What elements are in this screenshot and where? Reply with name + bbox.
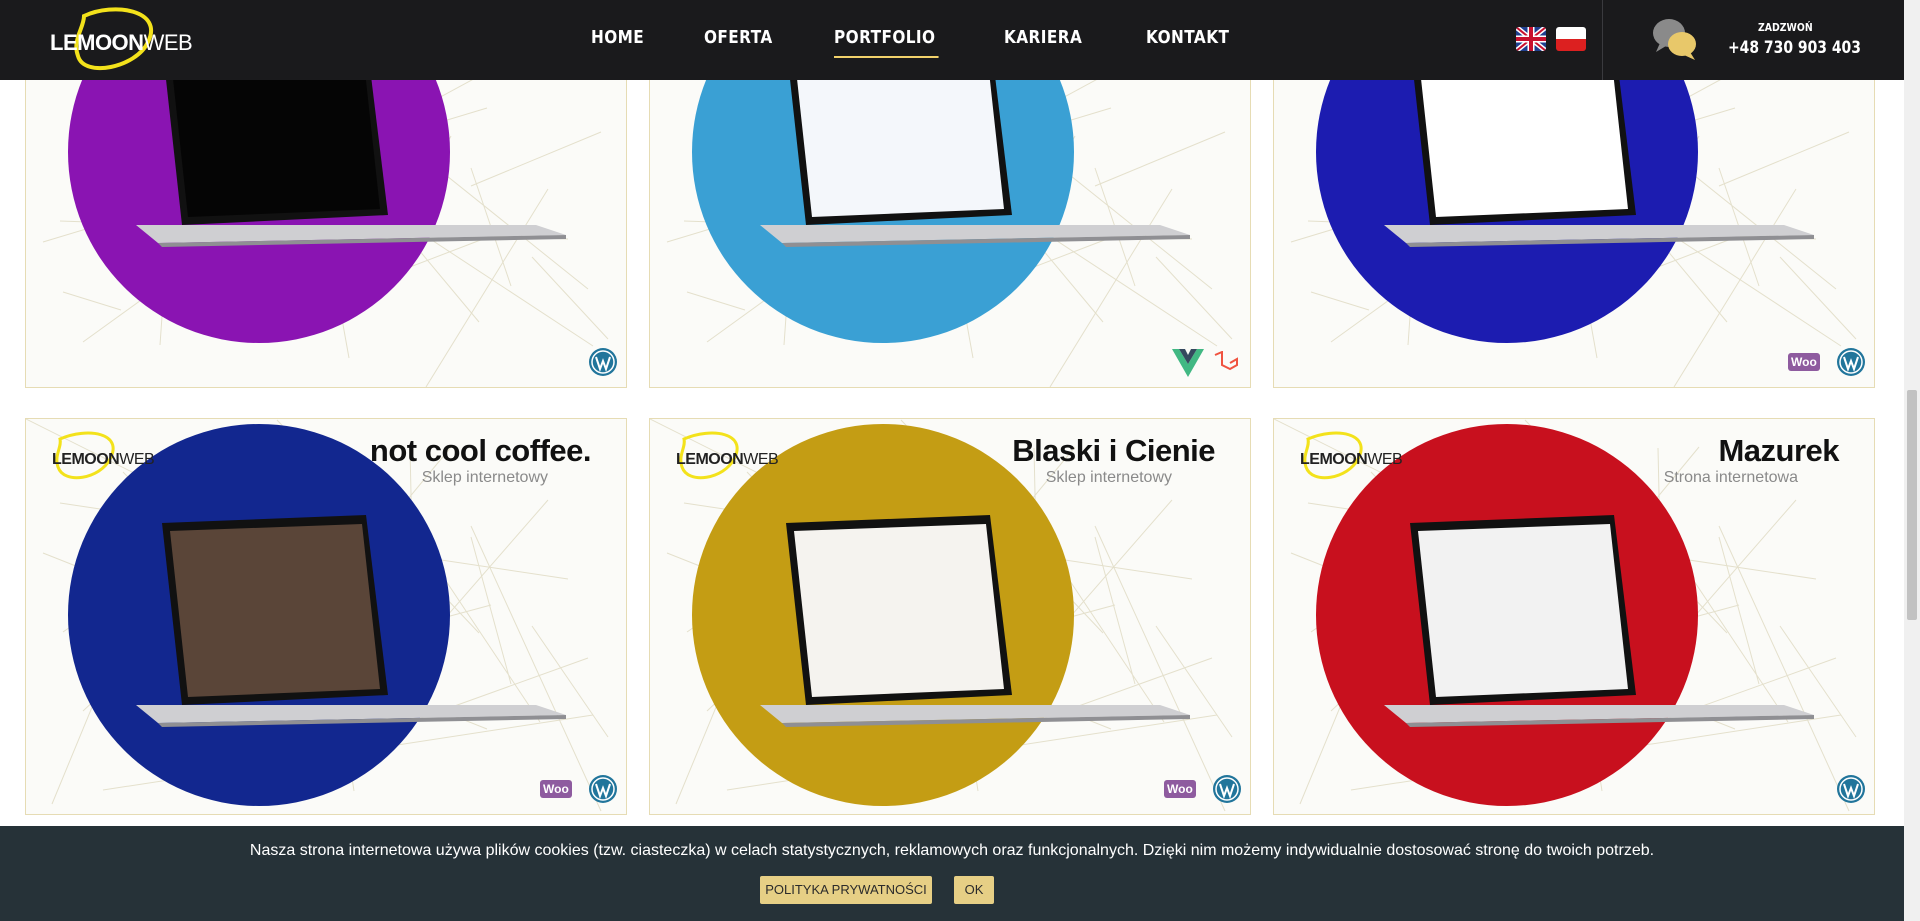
- laravel-icon: [1214, 351, 1238, 371]
- portfolio-card[interactable]: not cool coffee. Sklep internetowy LEMOONW…: [25, 418, 627, 815]
- site-header: LEMOONWEB HOME OFERTA PORTFOLIO KARIERA …: [0, 0, 1904, 80]
- laptop-mockup: [1384, 515, 1814, 727]
- vue-icon: [1172, 349, 1204, 377]
- portfolio-card[interactable]: Mazurek Strona internetowa LEMOONWEB: [1273, 418, 1875, 815]
- laptop-mockup: [136, 515, 566, 727]
- phone-number[interactable]: +48 730 903 403: [1728, 38, 1861, 58]
- woocommerce-icon: Woo: [1788, 353, 1820, 371]
- lemoonweb-logo[interactable]: LEMOONWEB: [44, 6, 194, 76]
- wordpress-icon: [589, 348, 617, 376]
- project-subtitle: Sklep internetowy: [1045, 469, 1172, 486]
- accept-cookies-button[interactable]: OK: [954, 876, 994, 904]
- wordpress-icon: [589, 775, 617, 803]
- project-title: Blaski i Cienie: [1012, 433, 1215, 468]
- main-nav: HOME OFERTA PORTFOLIO KARIERA KONTAKT: [591, 0, 1294, 80]
- wordpress-icon: [1213, 775, 1241, 803]
- portfolio-card[interactable]: Blaski i Cienie Sklep internetowy LEMOONWE…: [649, 418, 1251, 815]
- laptop-mockup: [760, 515, 1190, 727]
- project-title: Mazurek: [1718, 433, 1839, 468]
- nav-kontakt[interactable]: KONTAKT: [1146, 0, 1229, 80]
- privacy-policy-button[interactable]: POLITYKA PRYWATNOŚCI: [760, 876, 932, 904]
- cookie-banner: Nasza strona internetowa używa plików co…: [0, 826, 1904, 921]
- nav-home[interactable]: HOME: [591, 0, 644, 80]
- wordpress-icon: [1837, 775, 1865, 803]
- call-label: ZADZWOŃ: [1758, 21, 1813, 34]
- card-lemoonweb-logo: LEMOONWEB: [662, 429, 779, 485]
- wordpress-icon: [1837, 348, 1865, 376]
- english-flag-icon[interactable]: [1516, 27, 1546, 51]
- project-title: not cool coffee.: [369, 433, 592, 468]
- project-subtitle: Sklep internetowy: [421, 469, 548, 486]
- woocommerce-icon: Woo: [1164, 780, 1196, 798]
- polish-flag-icon[interactable]: [1556, 27, 1586, 51]
- nav-oferta[interactable]: OFERTA: [704, 0, 773, 80]
- nav-portfolio[interactable]: PORTFOLIO: [834, 0, 940, 80]
- header-divider: [1602, 0, 1603, 80]
- card-lemoonweb-logo: LEMOONWEB: [38, 429, 155, 485]
- scrollbar-thumb[interactable]: [1907, 390, 1917, 620]
- chat-bubbles-icon: [1652, 16, 1698, 62]
- cookie-message: Nasza strona internetowa używa plików co…: [249, 842, 1655, 859]
- nav-kariera[interactable]: KARIERA: [1004, 0, 1082, 80]
- card-lemoonweb-logo: LEMOONWEB: [1286, 429, 1403, 485]
- project-subtitle: Strona internetowa: [1663, 469, 1798, 486]
- woocommerce-icon: Woo: [540, 780, 572, 798]
